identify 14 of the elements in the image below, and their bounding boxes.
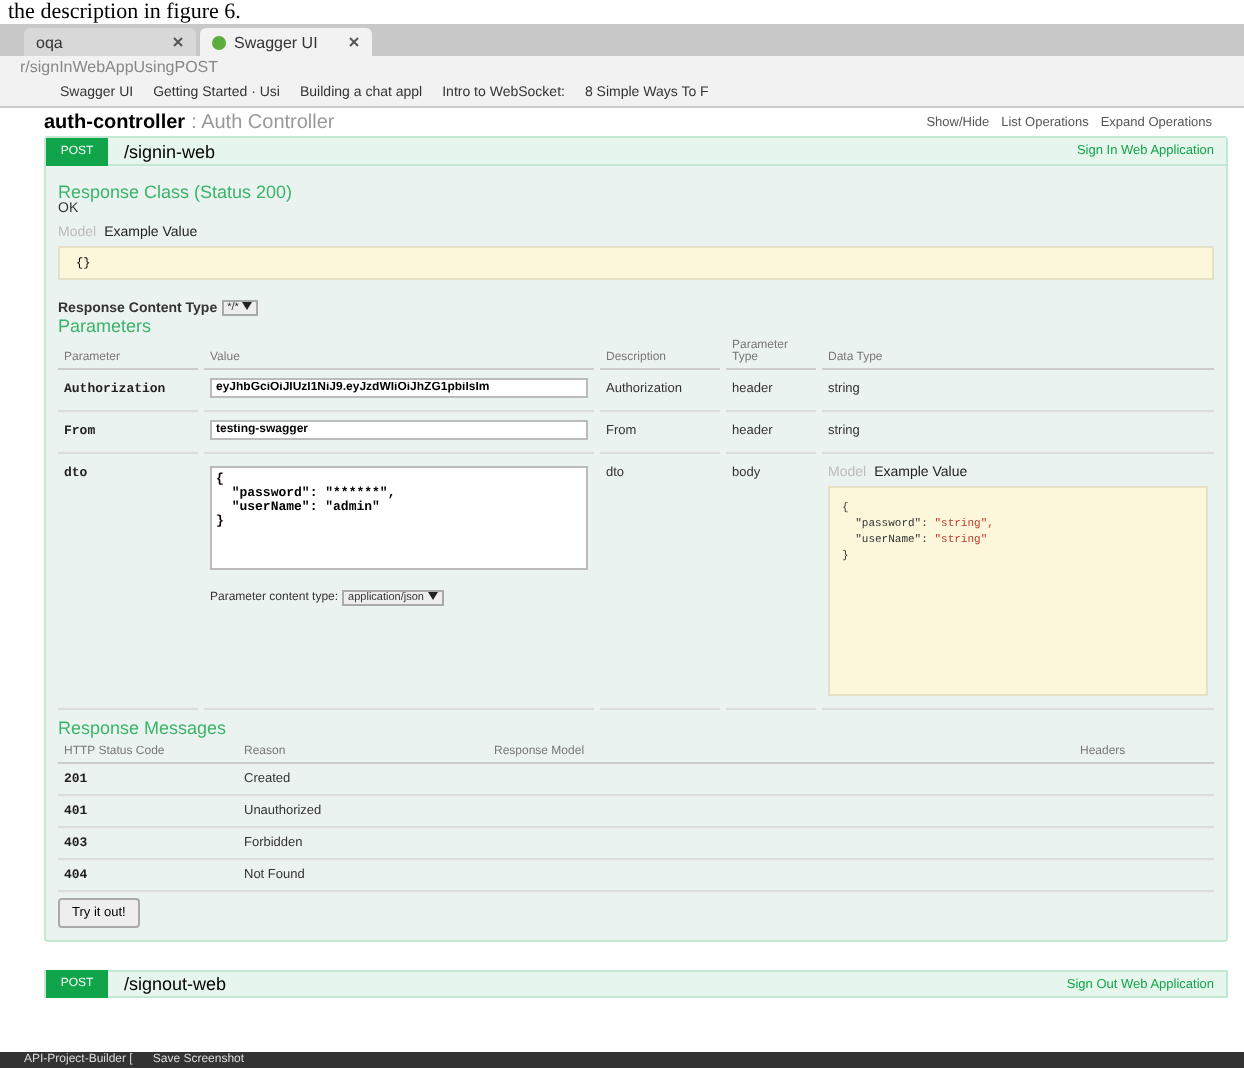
browser-tab[interactable]: oqa	[24, 28, 196, 56]
close-icon[interactable]	[348, 36, 360, 48]
close-icon[interactable]	[172, 36, 184, 48]
section-title: Response Messages	[58, 718, 229, 738]
caption-text: the description in figure 6.	[6, 0, 243, 24]
caret-icon	[427, 592, 438, 600]
operation-path: /signin-web	[124, 141, 216, 161]
operation-path: /signout-web	[124, 974, 227, 994]
controller-name: auth-controller	[44, 111, 186, 133]
caret-icon	[242, 302, 253, 310]
browser-tab[interactable]: Swagger UI	[200, 28, 372, 56]
controller-description: : Auth Controller	[191, 111, 335, 133]
section-title: Parameters	[58, 316, 154, 336]
section-title: Response Class (Status 200)	[58, 182, 295, 202]
